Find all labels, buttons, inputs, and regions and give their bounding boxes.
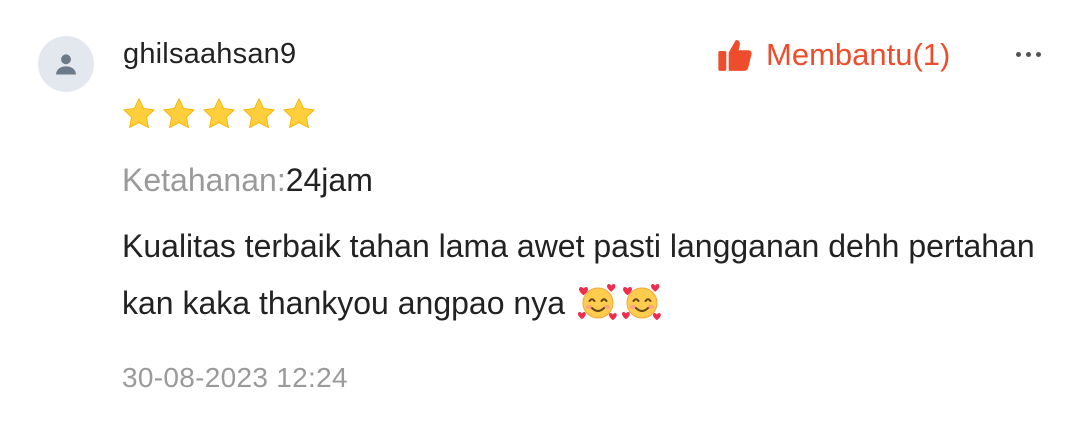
star-icon (161, 96, 197, 132)
helpful-button[interactable]: Membantu(1) (716, 36, 950, 74)
star-icon (121, 96, 157, 132)
durability-value: 24jam (285, 162, 373, 198)
durability-line: Ketahanan:24jam (122, 162, 373, 199)
thumbs-up-icon (718, 39, 752, 71)
smiling-face-with-hearts-icon (577, 282, 618, 322)
star-icon (241, 96, 277, 132)
avatar[interactable] (38, 36, 94, 92)
more-dots-icon (1015, 51, 1021, 57)
more-options-button[interactable] (1008, 38, 1048, 70)
review-comment: Kualitas terbaik tahan lama awet pasti l… (122, 218, 1042, 332)
helpful-label: Membantu(1) (766, 37, 951, 72)
star-icon (201, 96, 237, 132)
username[interactable]: ghilsaahsan9 (123, 38, 296, 71)
star-icon (281, 96, 317, 132)
smiling-face-with-hearts-icon (621, 282, 662, 322)
review-timestamp: 30-08-2023 12:24 (122, 362, 348, 393)
user-silhouette-icon (56, 54, 76, 75)
rating-stars (121, 96, 317, 132)
durability-label: Ketahanan: (122, 162, 286, 198)
